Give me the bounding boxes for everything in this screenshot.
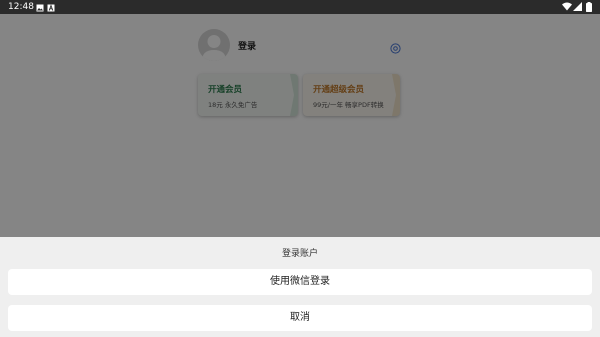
cancel-button[interactable]: 取消: [8, 305, 592, 331]
login-bottom-sheet: 登录账户 使用微信登录 取消: [0, 237, 600, 337]
wechat-login-button[interactable]: 使用微信登录: [8, 269, 592, 295]
status-time: 12:48: [8, 2, 34, 12]
status-bar: 12:48: [0, 0, 600, 14]
app-screen: 12:48 登录 开通会员 18元 永久免广告 开通超级会员 99元/一年 畅享…: [0, 0, 600, 337]
sheet-title: 登录账户: [281, 249, 318, 259]
